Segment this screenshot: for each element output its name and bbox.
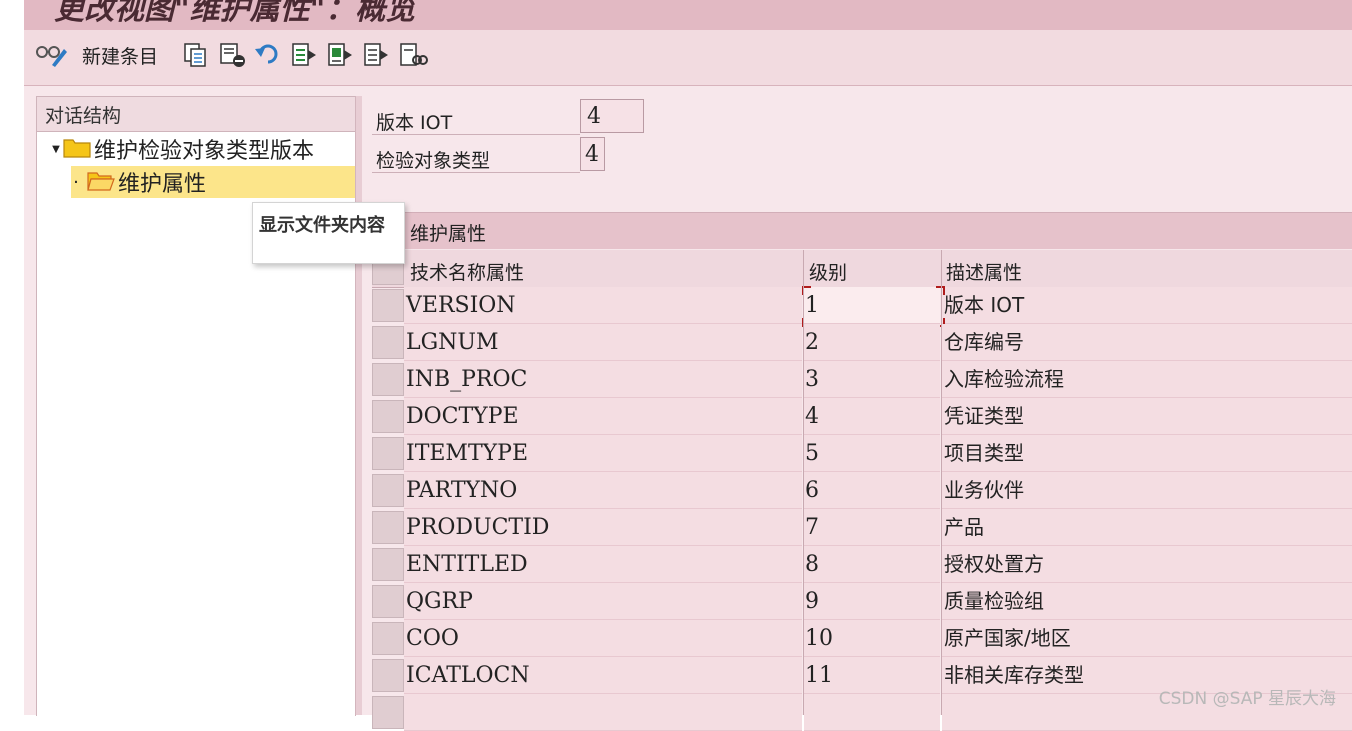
tech-name-cell[interactable]: QGRP <box>404 583 802 620</box>
dialog-structure-header: 对话结构 <box>37 97 355 132</box>
application-toolbar: 新建条目 <box>24 30 1352 86</box>
object-type-field[interactable]: 4 <box>580 137 605 171</box>
watermark: CSDN @SAP 星辰大海 <box>1158 689 1336 709</box>
tech-name-cell[interactable]: COO <box>404 620 802 657</box>
description-cell[interactable]: 业务伙伴 <box>942 472 1352 509</box>
level-cell[interactable]: 10 <box>804 620 940 657</box>
tech-name-cell[interactable]: VERSION <box>404 287 802 324</box>
new-entries-button[interactable]: 新建条目 <box>82 42 158 68</box>
undo-icon[interactable] <box>254 42 282 68</box>
tech-name-cell[interactable]: DOCTYPE <box>404 398 802 435</box>
tree-node-label: 维护属性 <box>118 172 207 197</box>
work-area: 对话结构 ▼ 维护检验对象类型版本 · 维护属性 版本 IOT 4 检验对象类型… <box>24 86 1352 731</box>
description-cell[interactable]: 凭证类型 <box>942 398 1352 435</box>
tech-name-cell[interactable]: PARTYNO <box>404 472 802 509</box>
table-header: 技术名称属性 级别 描述属性 <box>372 250 1352 288</box>
column-header-tech-name[interactable]: 技术名称属性 <box>410 258 524 285</box>
tech-name-cell[interactable] <box>404 694 802 731</box>
glasses-icon[interactable] <box>34 42 68 68</box>
version-iot-field[interactable]: 4 <box>580 99 644 133</box>
panel-splitter[interactable] <box>355 96 362 715</box>
description-cell[interactable]: 版本 IOT <box>942 287 1352 324</box>
level-cell[interactable]: 8 <box>804 546 940 583</box>
description-cell[interactable]: 仓库编号 <box>942 324 1352 361</box>
open-folder-icon <box>87 169 115 195</box>
config-icon[interactable] <box>398 42 428 68</box>
level-cell[interactable]: 11 <box>804 657 940 694</box>
expand-arrow-icon[interactable]: ▼ <box>49 144 63 155</box>
row-selector[interactable] <box>372 696 404 729</box>
column-header-description[interactable]: 描述属性 <box>946 258 1022 285</box>
level-cell[interactable]: 5 <box>804 435 940 472</box>
level-cell[interactable]: 4 <box>804 398 940 435</box>
row-selector[interactable] <box>372 400 404 433</box>
tree-node-label: 维护检验对象类型版本 <box>94 139 315 164</box>
row-selector[interactable] <box>372 326 404 359</box>
tech-name-cell[interactable]: PRODUCTID <box>404 509 802 546</box>
table-row[interactable]: DOCTYPE 4 凭证类型 <box>372 398 1352 435</box>
window-title: 更改视图"维护属性"：概览 <box>54 0 416 27</box>
row-selector[interactable] <box>372 363 404 396</box>
column-divider <box>803 250 804 715</box>
folder-icon <box>63 136 91 162</box>
row-selector[interactable] <box>372 289 404 322</box>
tree-bullet: · <box>73 171 79 193</box>
table-row[interactable]: INB_PROC 3 入库检验流程 <box>372 361 1352 398</box>
level-cell[interactable]: 6 <box>804 472 940 509</box>
dialog-structure-panel: 对话结构 ▼ 维护检验对象类型版本 · 维护属性 <box>36 96 356 716</box>
title-bar: 更改视图"维护属性"：概览 <box>24 0 1352 30</box>
object-type-label: 检验对象类型 <box>376 150 491 172</box>
row-selector[interactable] <box>372 659 404 692</box>
table-row[interactable]: VERSION 1 版本 IOT <box>372 286 1352 327</box>
table-row[interactable]: QGRP 9 质量检验组 <box>372 583 1352 620</box>
column-header-level[interactable]: 级别 <box>809 258 847 285</box>
version-iot-label: 版本 IOT <box>376 112 453 134</box>
tech-name-cell[interactable]: ENTITLED <box>404 546 802 583</box>
tree-node-maintain-attributes[interactable]: · 维护属性 <box>71 166 355 198</box>
table-row[interactable]: PARTYNO 6 业务伙伴 <box>372 472 1352 509</box>
row-selector[interactable] <box>372 548 404 581</box>
level-cell[interactable]: 3 <box>804 361 940 398</box>
table-row[interactable]: PRODUCTID 7 产品 <box>372 509 1352 546</box>
attributes-table: 技术名称属性 级别 描述属性 VERSION 1 版本 IOT LGNUM 2 仓库编号 I… <box>372 250 1352 731</box>
description-cell[interactable]: 产品 <box>942 509 1352 546</box>
row-selector[interactable] <box>372 622 404 655</box>
table-row[interactable]: ENTITLED 8 授权处置方 <box>372 546 1352 583</box>
level-cell[interactable]: 7 <box>804 509 940 546</box>
table-row[interactable]: COO 10 原产国家/地区 <box>372 620 1352 657</box>
table-section-title: 维护属性 <box>410 223 487 245</box>
column-divider <box>941 250 942 715</box>
row-selector[interactable] <box>372 585 404 618</box>
row-selector[interactable] <box>372 437 404 470</box>
tech-name-cell[interactable]: ICATLOCN <box>404 657 802 694</box>
description-cell[interactable]: 项目类型 <box>942 435 1352 472</box>
select-all-icon[interactable] <box>290 42 318 68</box>
level-cell[interactable]: 2 <box>804 324 940 361</box>
divider <box>372 134 580 135</box>
tooltip: 显示文件夹内容 <box>252 202 405 264</box>
deselect-all-icon[interactable] <box>362 42 390 68</box>
table-row[interactable]: ITEMTYPE 5 项目类型 <box>372 435 1352 472</box>
level-cell[interactable] <box>804 694 940 731</box>
description-cell[interactable]: 质量检验组 <box>942 583 1352 620</box>
level-cell[interactable]: 1 <box>804 287 940 324</box>
select-block-icon[interactable] <box>326 42 354 68</box>
tech-name-cell[interactable]: LGNUM <box>404 324 802 361</box>
level-cell[interactable]: 9 <box>804 583 940 620</box>
tech-name-cell[interactable]: ITEMTYPE <box>404 435 802 472</box>
delete-icon[interactable] <box>218 42 248 68</box>
row-selector[interactable] <box>372 511 404 544</box>
tree-node-object-type-version[interactable]: ▼ 维护检验对象类型版本 <box>49 133 354 165</box>
table-section-header: 维护属性 <box>372 212 1352 249</box>
table-row[interactable]: LGNUM 2 仓库编号 <box>372 324 1352 361</box>
copy-icon[interactable] <box>182 42 210 68</box>
description-cell[interactable]: 入库检验流程 <box>942 361 1352 398</box>
description-cell[interactable]: 授权处置方 <box>942 546 1352 583</box>
description-cell[interactable]: 原产国家/地区 <box>942 620 1352 657</box>
divider <box>372 172 580 173</box>
tech-name-cell[interactable]: INB_PROC <box>404 361 802 398</box>
row-selector[interactable] <box>372 474 404 507</box>
